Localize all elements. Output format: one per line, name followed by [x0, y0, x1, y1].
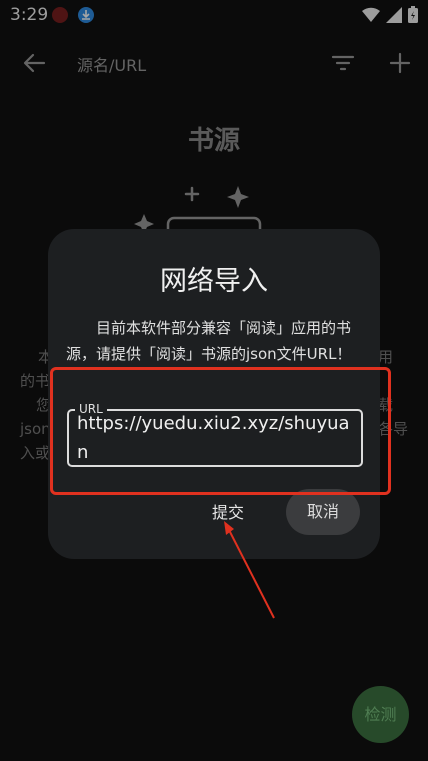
dialog-title: 网络导入 — [160, 266, 268, 297]
check-fab-button[interactable]: 检测 — [352, 686, 409, 743]
annotation-highlight-box — [50, 367, 391, 495]
dialog-message: 目前本软件部分兼容「阅读」应用的书源，请提供「阅读」书源的json文件URL！ — [66, 319, 352, 363]
cancel-button[interactable]: 取消 — [286, 489, 360, 535]
submit-button[interactable]: 提交 — [202, 499, 254, 527]
